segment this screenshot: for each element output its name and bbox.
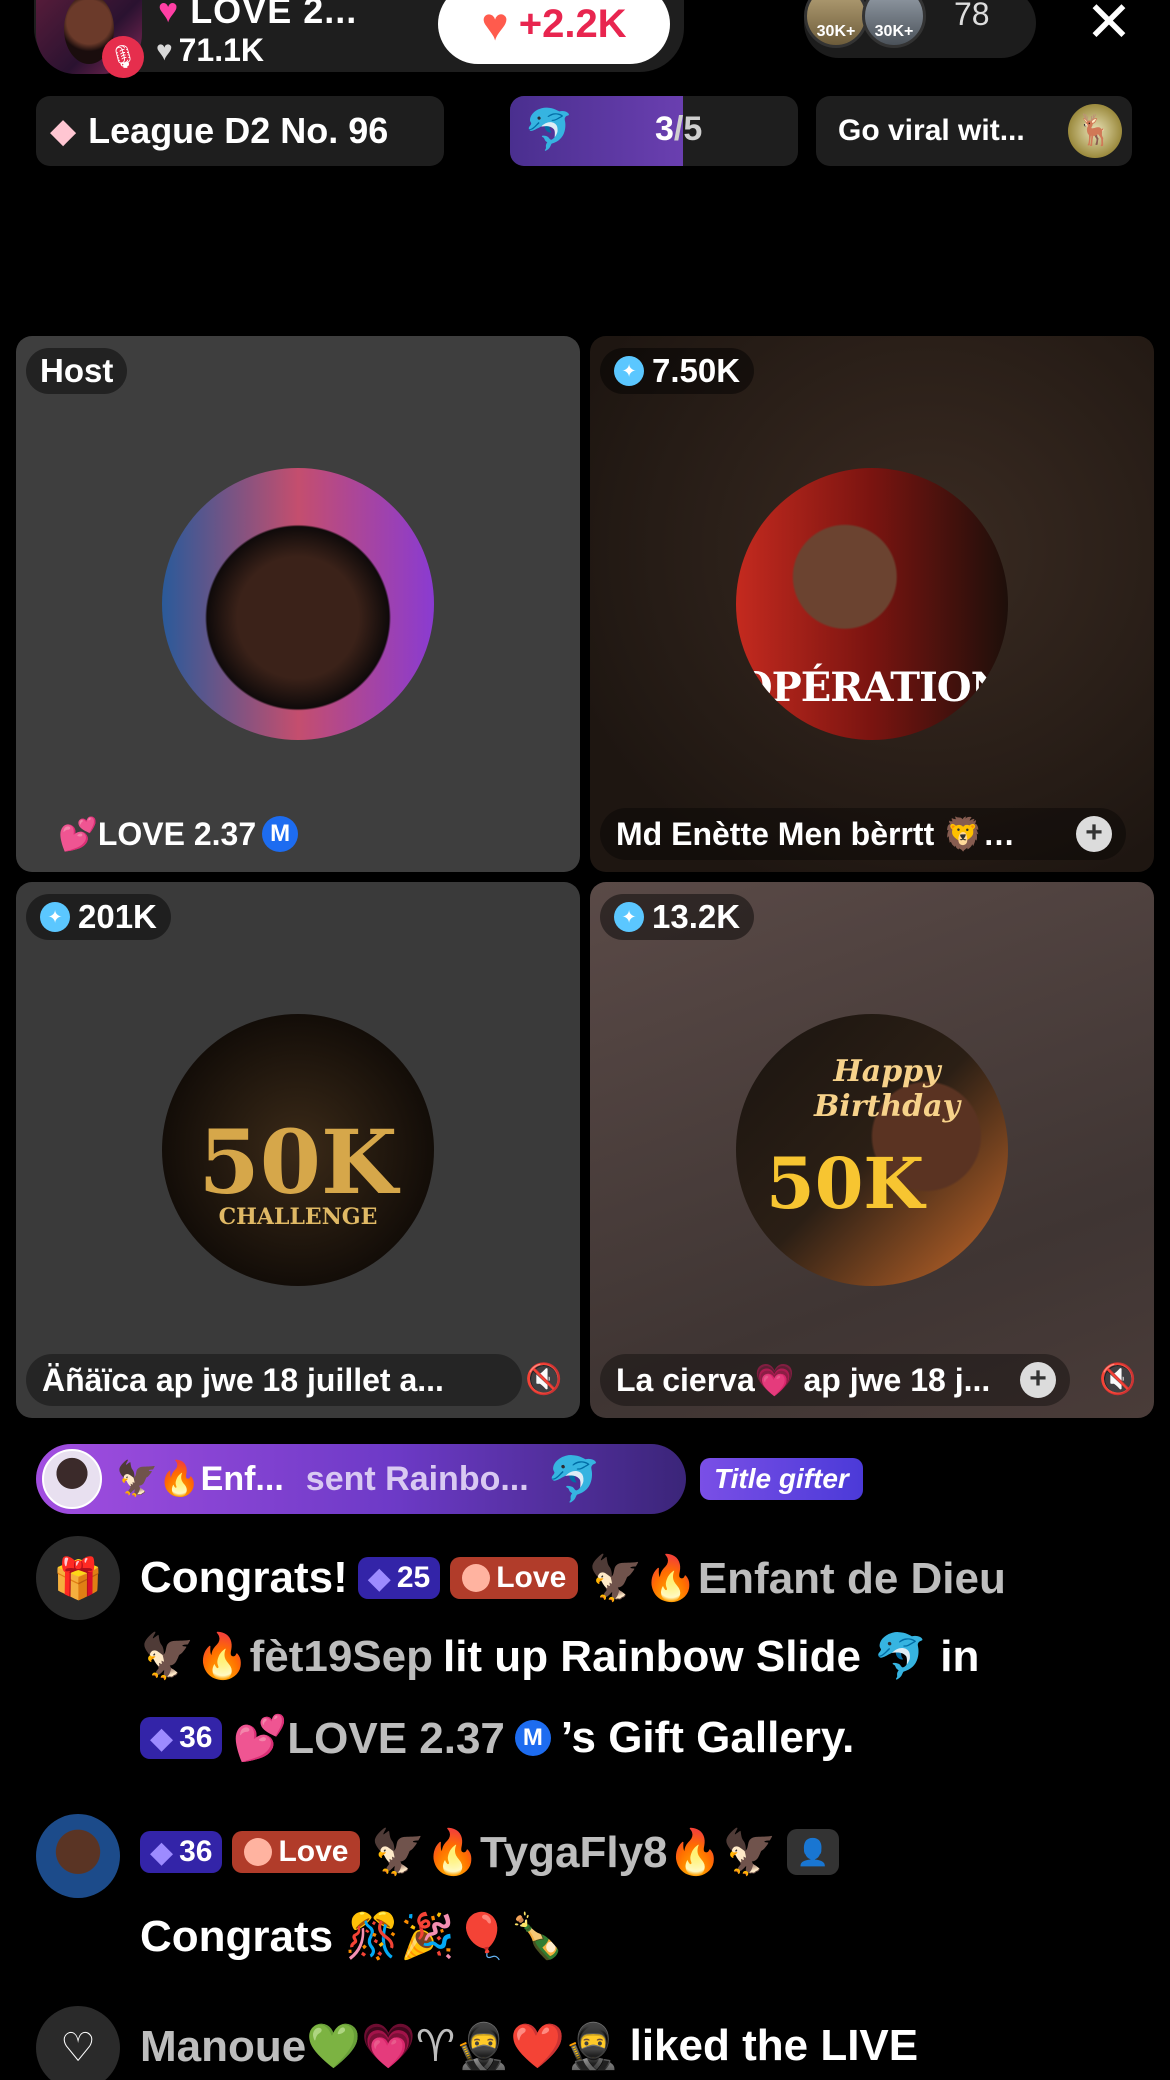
level-badge: ◆ 25 (357, 1557, 441, 1599)
top-viewer-avatar[interactable]: 30K+ (862, 0, 926, 48)
gifter-avatar[interactable] (42, 1449, 102, 1509)
m-badge-icon: M (514, 1720, 551, 1756)
gem-icon: ✦ (614, 356, 644, 386)
avatar-art-text: 50K (766, 1142, 925, 1225)
avatar-art-subtext: CHALLENGE (218, 1204, 378, 1230)
boost-value: +2.2K (518, 1, 627, 46)
deer-icon: 🦌 (1068, 104, 1122, 158)
mic-off-icon[interactable]: 🔇 (1098, 1360, 1138, 1400)
m-badge-icon: M (262, 816, 299, 852)
gem-icon: ✦ (614, 902, 644, 932)
heart-icon: ♥ (156, 34, 173, 66)
chat-username[interactable]: 🦅🔥fèt19Sep (140, 1630, 433, 1682)
host-title: LOVE 2... (190, 0, 358, 31)
tile-avatar[interactable]: Happy Birthday 50K (736, 1014, 1008, 1286)
gift-item-icon: 🐬 (546, 1455, 602, 1504)
league-pill[interactable]: ◆ League D2 No. 96 (36, 96, 444, 166)
guest-tile-4[interactable]: ✦ 13.2K Happy Birthday 50K La cierva💗 ap … (590, 882, 1154, 1418)
tile-name: Md Enètte Men bèrrtt 🦁… + (600, 808, 1126, 860)
dolphin-icon: 🐬 (524, 108, 574, 152)
boost-button[interactable]: ♥ +2.2K (438, 0, 670, 64)
tile-badge: ✦ 7.50K (600, 348, 755, 394)
mic-off-icon: 🎙 (102, 36, 144, 78)
close-button[interactable]: ✕ (1084, 0, 1134, 50)
tile-avatar[interactable] (162, 468, 434, 740)
chat-user-avatar[interactable] (36, 1814, 120, 1898)
add-friend-icon[interactable]: 👤 (787, 1829, 840, 1875)
love-badge: Love (450, 1557, 579, 1599)
tile-avatar[interactable]: 50K CHALLENGE (162, 1014, 434, 1286)
tile-badge: Host (26, 348, 128, 394)
heart-icon: ♥ (481, 0, 509, 50)
gift-box-icon: 🎁 (36, 1536, 120, 1620)
guest-tile-host[interactable]: Host 💕LOVE 2.37 M (16, 336, 580, 872)
tile-name: Äñäïca ap jwe 18 juillet a... (26, 1354, 522, 1406)
progress-pill[interactable]: 🐬 3/5 (510, 96, 798, 166)
chat-username[interactable]: 💕LOVE 2.37 (232, 1712, 504, 1764)
tile-badge: ✦ 13.2K (600, 894, 755, 940)
tile-badge: ✦ 201K (26, 894, 171, 940)
chat-username[interactable]: 🦅🔥TygaFly8🔥🦅 (370, 1826, 777, 1878)
tile-avatar[interactable]: OPÉRATION (736, 468, 1008, 740)
heart-outline-icon: ♡ (36, 2006, 120, 2080)
chat-username[interactable]: Manoue💚💗♈🥷❤️🥷 (140, 2020, 620, 2072)
chat-message: ◆ 36 Love 🦅🔥TygaFly8🔥🦅 👤 (140, 1826, 840, 1878)
gem-icon: ✦ (40, 902, 70, 932)
host-title-row: ♥ LOVE 2... (158, 0, 357, 32)
follow-plus-button[interactable]: + (1020, 1362, 1056, 1398)
chat-username[interactable]: 🦅🔥Enfant de Dieu (588, 1552, 1006, 1604)
likes-count: ♥ 71.1K (156, 32, 264, 69)
viewers-pill[interactable]: 30K+ 30K+ 78 (804, 0, 1036, 58)
diamond-icon: ◆ (50, 112, 77, 150)
chat-message: Manoue💚💗♈🥷❤️🥷 liked the LIVE (140, 2020, 919, 2072)
chat-message-cont: Congrats 🎊🎉🎈🍾 (140, 1912, 565, 1961)
pink-heart-icon: ♥ (158, 0, 179, 30)
tile-name: 💕LOVE 2.37 M (42, 808, 314, 860)
likes-value: 71.1K (178, 32, 265, 68)
progress-text: 3/5 (655, 110, 703, 148)
chat-message: Congrats! ◆ 25 Love 🦅🔥Enfant de Dieu (140, 1552, 1006, 1604)
mic-off-icon[interactable]: 🔇 (524, 1360, 564, 1400)
love-badge: Love (232, 1831, 361, 1873)
top-viewer-avatar[interactable]: 30K+ (804, 0, 868, 48)
league-label: League D2 No. 96 (88, 110, 389, 151)
gift-sender: 🦅🔥Enf... (116, 1460, 284, 1498)
avatar-art-text: OPÉRATION (737, 664, 1007, 711)
level-badge: ◆ 36 (140, 1831, 223, 1873)
guest-tile-2[interactable]: ✦ 7.50K OPÉRATION Md Enètte Men bèrrtt 🦁…… (590, 336, 1154, 872)
avatar-art-subtext: Happy Birthday (813, 1054, 961, 1124)
gift-action: sent Rainbo... (305, 1459, 529, 1498)
tile-name: La cierva💗 ap jwe 18 j... + (600, 1354, 1070, 1406)
viewer-count: 78 (954, 0, 990, 32)
follow-plus-button[interactable]: + (1076, 816, 1112, 852)
go-viral-pill[interactable]: Go viral wit... 🦌 (816, 96, 1132, 166)
title-gifter-badge: Title gifter (700, 1458, 863, 1500)
go-viral-label: Go viral wit... (838, 114, 1025, 147)
chat-message-cont: 🦅🔥fèt19Sep lit up Rainbow Slide 🐬 in (140, 1630, 980, 1682)
avatar-art-text: 50K (198, 1110, 398, 1214)
guest-tile-3[interactable]: ✦ 201K 50K CHALLENGE Äñäïca ap jwe 18 jui… (16, 882, 580, 1418)
level-badge: ◆ 36 (140, 1717, 223, 1759)
gift-banner[interactable]: 🦅🔥Enf... sent Rainbo... 🐬 (36, 1444, 686, 1514)
chat-message-cont: ◆ 36 💕LOVE 2.37 M’s Gift Gallery. (140, 1712, 854, 1764)
